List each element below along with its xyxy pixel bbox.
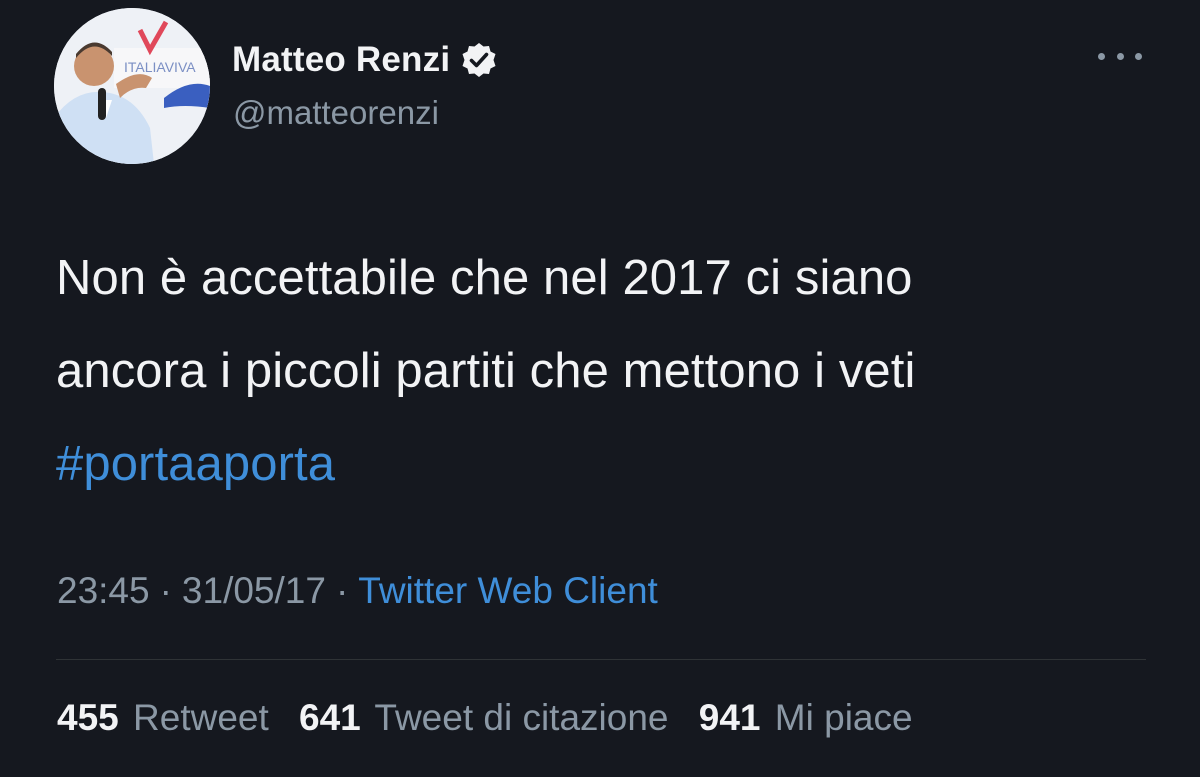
tweet-text-line: Non è accettabile che nel 2017 ci siano [56,251,913,305]
meta-separator: · [335,570,349,611]
tweet-card: ITALIAVIVA Matteo Renzi @matteorenzi Non… [0,0,1200,777]
more-dot [1098,52,1105,60]
author-handle[interactable]: @matteorenzi [233,94,439,132]
author-display-name[interactable]: Matteo Renzi [232,40,450,80]
tweet-time[interactable]: 23:45 [57,570,150,611]
quotes-stat[interactable]: 641 Tweet di citazione [299,697,668,738]
tweet-text-line: ancora i piccoli partiti che mettono i v… [56,344,916,398]
retweets-count: 455 [57,697,119,738]
likes-count: 941 [698,697,761,738]
divider [56,659,1146,660]
tweet-text: Non è accettabile che nel 2017 ci siano … [56,232,1166,511]
quotes-count: 641 [299,697,361,738]
quotes-label: Tweet di citazione [374,697,669,738]
retweets-label: Retweet [133,697,269,738]
verified-badge-icon [460,41,498,79]
tweet-client-link[interactable]: Twitter Web Client [358,570,658,611]
more-options-icon[interactable] [1098,44,1142,68]
more-dot [1135,52,1142,60]
tweet-stats: 455 Retweet 641 Tweet di citazione 941 M… [57,697,933,739]
meta-separator: · [159,570,172,611]
likes-label: Mi piace [774,697,913,738]
retweets-stat[interactable]: 455 Retweet [57,697,269,738]
tweet-metadata: 23:45 · 31/05/17 · Twitter Web Client [57,570,658,612]
likes-stat[interactable]: 941 Mi piace [699,697,913,738]
avatar-banner-text: ITALIAVIVA [124,59,196,75]
author-avatar[interactable]: ITALIAVIVA [54,8,210,164]
more-dot [1116,52,1124,60]
avatar-photo: ITALIAVIVA [54,8,210,164]
tweet-date[interactable]: 31/05/17 [182,570,326,611]
author-name-row: Matteo Renzi [232,40,498,80]
hashtag-link[interactable]: #portaaporta [56,437,335,491]
